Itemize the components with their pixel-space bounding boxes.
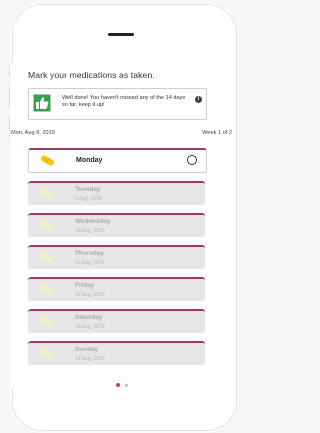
thumbs-up-icon — [33, 94, 51, 112]
day-date: 10 Aug, 2019 — [75, 228, 105, 234]
pill-icon — [40, 284, 53, 295]
day-name: Monday — [76, 157, 103, 164]
day-name: Wednesday — [75, 218, 111, 225]
day-name: Sunday — [75, 346, 99, 353]
pill-icon — [40, 252, 53, 263]
day-date: 14 Aug, 2019 — [75, 356, 105, 362]
day-card-wednesday[interactable]: Wednesday 10 Aug, 2019 — [28, 213, 205, 237]
day-name: Saturday — [75, 314, 103, 321]
day-card-friday[interactable]: Friday 12 Aug, 2019 — [28, 277, 205, 301]
streak-notice: Well done! You haven't missed any of the… — [28, 88, 207, 120]
day-name: Tuesday — [75, 186, 101, 193]
pill-icon — [40, 220, 53, 231]
day-card-monday[interactable]: Monday — [28, 148, 207, 173]
day-name: Thursday — [75, 250, 104, 257]
day-card-tuesday[interactable]: Tuesday 9 Aug, 2019 — [28, 181, 205, 205]
page-title: Mark your medications as taken. — [28, 70, 155, 80]
day-date: 11 Aug, 2019 — [75, 260, 105, 266]
day-date: 9 Aug, 2019 — [75, 196, 102, 202]
day-card-sunday[interactable]: Sunday 14 Aug, 2019 — [28, 341, 205, 365]
info-icon[interactable]: i — [195, 96, 202, 103]
pill-icon — [41, 155, 54, 166]
pill-icon — [40, 316, 53, 327]
day-card-saturday[interactable]: Saturday 13 Aug, 2019 — [28, 309, 205, 333]
pill-icon — [40, 188, 53, 199]
day-name: Friday — [75, 282, 95, 289]
day-date: 13 Aug, 2019 — [75, 324, 105, 330]
day-card-thursday[interactable]: Thursday 11 Aug, 2019 — [28, 245, 205, 269]
week-indicator: Week 1 of 2 — [202, 130, 232, 136]
phone-speaker — [108, 33, 134, 36]
day-date: 12 Aug, 2019 — [75, 292, 105, 298]
notice-message: Well done! You haven't missed any of the… — [62, 95, 186, 109]
pill-icon — [40, 348, 53, 359]
current-date: Mon, Aug 8, 2019 — [11, 130, 55, 136]
check-circle-icon[interactable] — [187, 155, 197, 165]
page-dot-inactive[interactable] — [125, 384, 128, 387]
page-dot-active[interactable] — [116, 383, 120, 387]
